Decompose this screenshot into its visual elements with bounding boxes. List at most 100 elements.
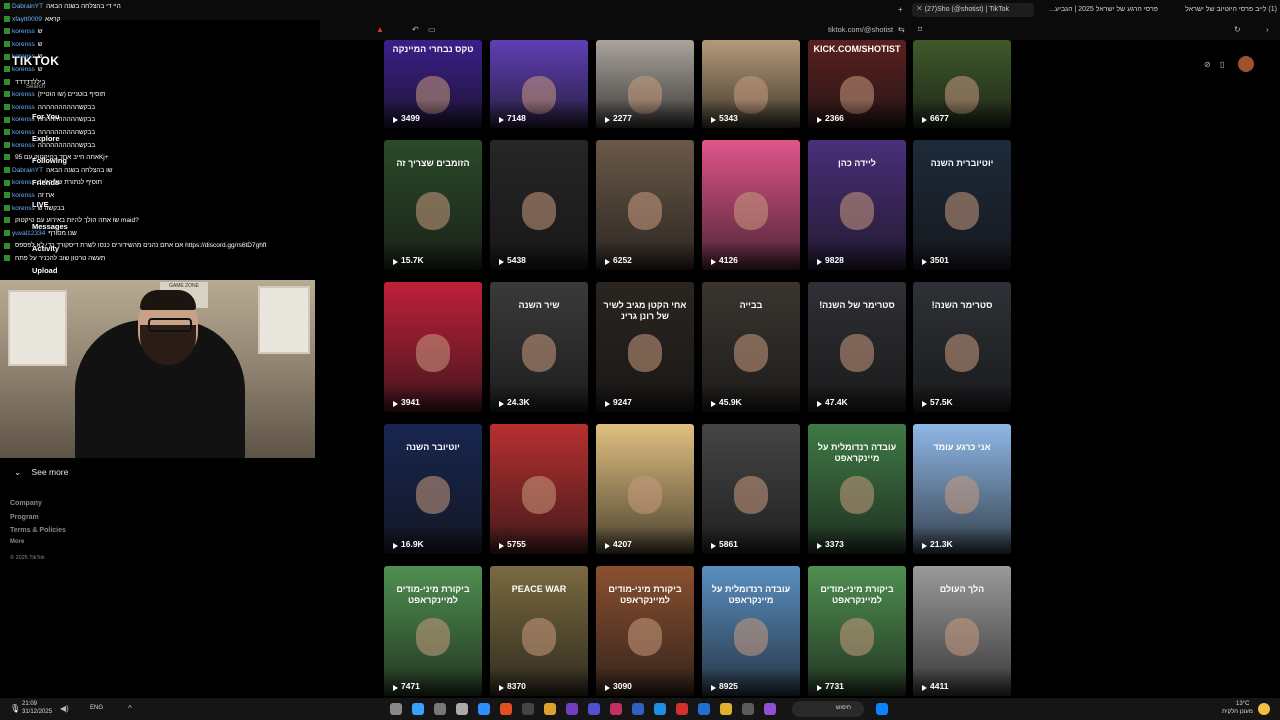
video-card[interactable]: 4207: [596, 424, 694, 554]
bookmark-icon[interactable]: ⌑: [918, 25, 922, 35]
taskbar-app-icon[interactable]: [412, 703, 424, 715]
video-card[interactable]: 3941: [384, 282, 482, 412]
video-card[interactable]: ביקורת מיני-מודים למיינקראפט 3090: [596, 566, 694, 696]
chat-username[interactable]: yuval12334: [12, 230, 45, 237]
chat-message: korenss את זה: [4, 192, 54, 200]
video-card[interactable]: הלך העולם 4411: [913, 566, 1011, 696]
chat-text: תוסיף לנתורת של הלייב: [37, 179, 103, 187]
taskbar-app-icon[interactable]: [632, 703, 644, 715]
forward-icon[interactable]: ›: [1266, 25, 1269, 35]
chevron-down-icon: ⌄: [14, 467, 22, 477]
chat-username[interactable]: korenss: [12, 28, 35, 35]
chat-username[interactable]: DabrainYT: [12, 167, 43, 174]
thumbnail-shade: [596, 668, 694, 696]
taskbar-app-icon[interactable]: [522, 703, 534, 715]
video-card[interactable]: אני כרגע עומד 21.3K: [913, 424, 1011, 554]
tab-live[interactable]: (1) לייב פרסי היוטיוב של ישראל: [1165, 3, 1277, 17]
video-card[interactable]: 5343: [702, 40, 800, 128]
back-icon[interactable]: ↶: [412, 25, 419, 35]
video-card[interactable]: עובדה רנדומלית על מיינקראפט 8925: [702, 566, 800, 696]
chat-username[interactable]: DabrainYT: [12, 3, 43, 10]
taskbar-app-icon[interactable]: [764, 703, 776, 715]
taskbar-app-icon[interactable]: [720, 703, 732, 715]
video-card[interactable]: שיר השנה 24.3K: [490, 282, 588, 412]
reload-icon[interactable]: ↻: [1234, 25, 1241, 35]
video-card[interactable]: טקס נבחרי המיינקה 3499: [384, 40, 482, 128]
taskbar-app-icon[interactable]: [676, 703, 688, 715]
compass-icon[interactable]: ⊘: [1204, 60, 1211, 70]
tab-tiktok[interactable]: ✕ (27)Sho (@shotist) | TikTok: [912, 3, 1034, 17]
mic-icon[interactable]: 🎙: [10, 704, 20, 714]
taskbar-app-icon[interactable]: [390, 703, 402, 715]
close-icon[interactable]: ✕: [916, 4, 923, 13]
url-field[interactable]: tiktok.com/@shotist: [828, 25, 893, 34]
video-card[interactable]: אחי הקטן מגיב לשיר של רונן גרינ 9247: [596, 282, 694, 412]
video-card[interactable]: יוטיובר השנה 16.9K: [384, 424, 482, 554]
video-card[interactable]: ליידה כהן 9828: [808, 140, 906, 270]
new-tab-icon[interactable]: +: [898, 5, 903, 15]
chat-username[interactable]: korenss: [12, 116, 35, 123]
nav-upload[interactable]: Upload: [32, 266, 57, 275]
chat-username[interactable]: xfaytt0009: [12, 16, 42, 23]
chat-username[interactable]: korenss: [12, 104, 35, 111]
video-card[interactable]: 5861: [702, 424, 800, 554]
video-card[interactable]: KICK.COM/SHOTIST 2366: [808, 40, 906, 128]
extension-icon[interactable]: ▲: [376, 25, 384, 35]
tab-awards[interactable]: פרסי הרגע של ישראל 2025 | הגביע...: [1040, 3, 1158, 17]
chat-message: korenss בבקשהההההההההה: [4, 116, 95, 124]
chat-username[interactable]: korenss: [12, 192, 35, 199]
chat-username[interactable]: korenss: [12, 53, 35, 60]
video-card[interactable]: 5755: [490, 424, 588, 554]
footer-company[interactable]: Company: [10, 500, 42, 507]
video-card[interactable]: PEACE WAR 8370: [490, 566, 588, 696]
video-card[interactable]: 2277: [596, 40, 694, 128]
video-card[interactable]: 6677: [913, 40, 1011, 128]
video-card[interactable]: הזומבים שצריך זה 15.7K: [384, 140, 482, 270]
chat-username[interactable]: korenss: [12, 41, 35, 48]
footer-program[interactable]: Program: [10, 514, 39, 521]
search-box[interactable]: חיפוש: [792, 701, 864, 717]
video-card[interactable]: ביקורת מיני-מודים למיינקראפט 7471: [384, 566, 482, 696]
window-shape: [8, 290, 67, 366]
phone-icon[interactable]: ▯: [1220, 60, 1224, 70]
volume-icon[interactable]: ◀): [60, 704, 69, 714]
footer-terms[interactable]: Terms & Policies: [10, 527, 66, 534]
language-indicator[interactable]: ENG: [90, 705, 103, 712]
taskbar-app-icon[interactable]: [610, 703, 622, 715]
chat-username[interactable]: korenss: [12, 179, 35, 186]
taskbar-app-icon[interactable]: [588, 703, 600, 715]
video-card[interactable]: יוטיוברית השנה 3501: [913, 140, 1011, 270]
see-more-button[interactable]: ⌄ See more: [14, 467, 68, 478]
video-card[interactable]: 7148: [490, 40, 588, 128]
translate-icon[interactable]: ⇆: [898, 25, 905, 35]
footer-more[interactable]: More: [10, 539, 24, 545]
taskbar-app-icon[interactable]: [654, 703, 666, 715]
play-icon: [499, 117, 504, 123]
video-card[interactable]: ביקורת מיני-מודים למיינקראפט 7731: [808, 566, 906, 696]
weather-icon[interactable]: [1258, 703, 1270, 715]
chat-username[interactable]: korenss: [12, 66, 35, 73]
chat-username[interactable]: korenss: [12, 142, 35, 149]
taskbar-app-icon[interactable]: [698, 703, 710, 715]
taskbar-app-icon[interactable]: [544, 703, 556, 715]
chat-username[interactable]: korenss: [12, 205, 35, 212]
video-card[interactable]: 5438: [490, 140, 588, 270]
video-card[interactable]: 6252: [596, 140, 694, 270]
video-card[interactable]: 4126: [702, 140, 800, 270]
taskbar-app-icon[interactable]: [742, 703, 754, 715]
avatar[interactable]: [1238, 56, 1254, 72]
video-card[interactable]: סטרימר של השנה! 47.4K: [808, 282, 906, 412]
chevron-up-icon[interactable]: ^: [128, 704, 132, 714]
taskbar-app-icon[interactable]: [434, 703, 446, 715]
video-card[interactable]: עובדה רנדומלית על מיינקראפט 3373: [808, 424, 906, 554]
chat-username[interactable]: korenss: [12, 91, 35, 98]
taskbar-app-icon[interactable]: [478, 703, 490, 715]
taskbar-app-icon[interactable]: [566, 703, 578, 715]
tab-icon[interactable]: ▭: [428, 25, 436, 35]
video-card[interactable]: בבייה 45.9K: [702, 282, 800, 412]
taskbar-app-icon[interactable]: [456, 703, 468, 715]
video-card[interactable]: סטרימר השנה! 57.5K: [913, 282, 1011, 412]
chat-username[interactable]: korenss: [12, 129, 35, 136]
taskbar-app-icon[interactable]: [500, 703, 512, 715]
start-icon[interactable]: [876, 703, 888, 715]
